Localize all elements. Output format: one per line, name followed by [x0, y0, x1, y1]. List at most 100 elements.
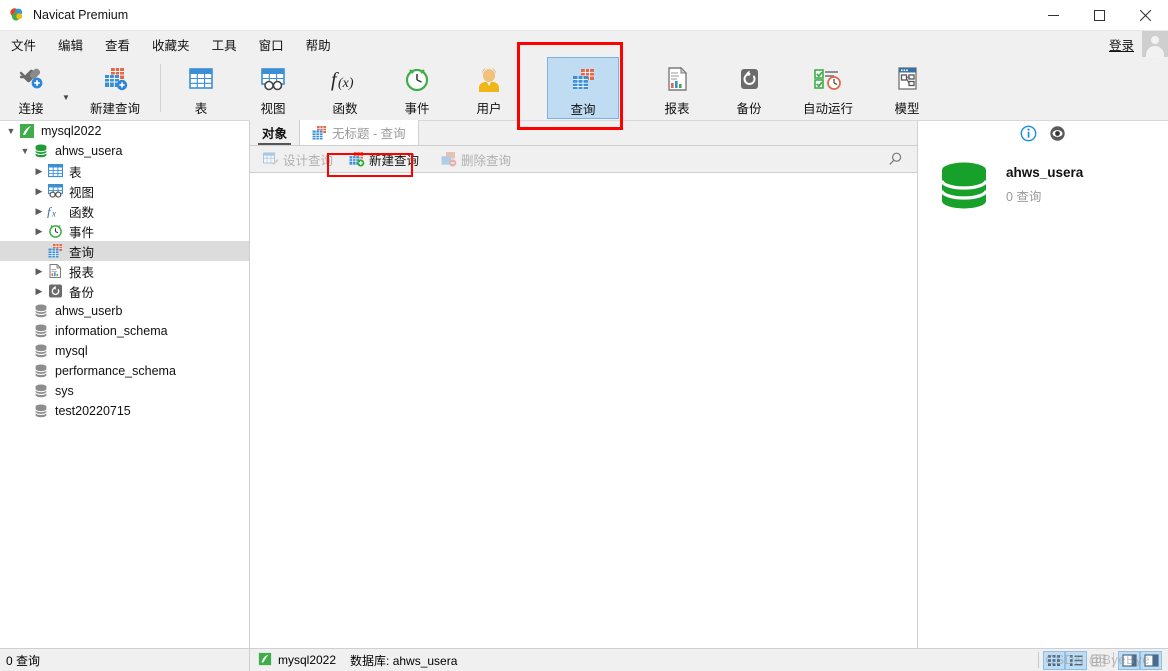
toolbar-label-table: 表: [194, 102, 208, 116]
tab-untitled-query[interactable]: 无标题 - 查询: [299, 120, 419, 145]
toolbar-item-report[interactable]: 报表: [641, 57, 713, 119]
login-link[interactable]: 登录: [1109, 35, 1134, 54]
design-query-icon: [263, 152, 279, 167]
sidebar-item-sys[interactable]: sys: [0, 381, 249, 401]
query-object-list[interactable]: [250, 173, 917, 648]
title-bar: Navicat Premium: [0, 0, 1168, 31]
chevron-down-icon[interactable]: ▼: [4, 126, 18, 136]
event-clock-icon: [46, 223, 64, 239]
avatar-head: [1151, 36, 1159, 44]
menu-file[interactable]: 文件: [0, 32, 47, 57]
tab-untitled-query-label: 无标题 - 查询: [332, 127, 406, 141]
sidebar-item-mysql2022[interactable]: ▼ mysql2022: [0, 121, 249, 141]
new-query-button[interactable]: 新建查询: [342, 148, 426, 171]
sidebar-item-backups[interactable]: ▶ 备份: [0, 281, 249, 301]
info-pane-header: [918, 121, 1168, 149]
toolbar-item-query[interactable]: 查询: [547, 57, 619, 119]
menu-window[interactable]: 窗口: [248, 32, 295, 57]
search-icon[interactable]: [887, 151, 903, 170]
table-icon: [46, 163, 64, 179]
sidebar-item-test20220715[interactable]: test20220715: [0, 401, 249, 421]
sidebar-label-events: 事件: [69, 225, 95, 240]
sidebar-item-ahws-usera[interactable]: ▼ ahws_usera: [0, 141, 249, 161]
toolbar-item-model[interactable]: 模型: [871, 57, 943, 119]
sidebar-item-reports[interactable]: ▶ 报表: [0, 261, 249, 281]
design-query-label: 设计查询: [283, 153, 334, 168]
toolbar-item-table[interactable]: 表: [165, 57, 237, 119]
tab-objects-label: 对象: [262, 127, 288, 141]
chevron-right-icon[interactable]: ▶: [32, 266, 46, 277]
menu-edit[interactable]: 编辑: [47, 32, 94, 57]
info-pane: ahws_usera 0 查询: [917, 121, 1168, 648]
toolbar-item-new-query[interactable]: 新建查询: [74, 57, 156, 119]
sidebar-item-mysql[interactable]: mysql: [0, 341, 249, 361]
database-icon: [32, 403, 50, 419]
sidebar-item-views[interactable]: ▶ 视图: [0, 181, 249, 201]
sidebar-item-queries[interactable]: 查询: [0, 241, 249, 261]
avatar[interactable]: [1142, 31, 1168, 57]
sidebar-item-ahws-userb[interactable]: ahws_userb: [0, 301, 249, 321]
preview-pane-button[interactable]: [1140, 650, 1162, 670]
sidebar-item-events[interactable]: ▶ 事件: [0, 221, 249, 241]
toolbar-item-view[interactable]: 视图: [237, 57, 309, 119]
detail-view-button[interactable]: [1087, 651, 1109, 670]
navicat-window: Navicat Premium 文件 编辑 查看 收藏夹 工具 窗口 帮助 登录: [0, 0, 1168, 671]
list-view-button[interactable]: [1065, 650, 1087, 670]
grid-view-button[interactable]: [1043, 650, 1065, 670]
backup-icon: [734, 63, 764, 95]
menu-tools[interactable]: 工具: [201, 32, 248, 57]
delete-query-button[interactable]: 删除查询: [434, 148, 518, 171]
status-connection-info: mysql2022 数据库: ahws_usera: [250, 649, 1034, 671]
minimize-button[interactable]: [1030, 0, 1076, 31]
toolbar-item-event[interactable]: 事件: [381, 57, 453, 119]
status-query-count: 0 查询: [0, 648, 250, 671]
toolbar-item-backup[interactable]: 备份: [713, 57, 785, 119]
sidebar-label-ahws-userb: ahws_userb: [55, 304, 123, 318]
design-query-button[interactable]: 设计查询: [256, 148, 340, 171]
status-separator-2: [1113, 652, 1114, 668]
tab-objects[interactable]: 对象: [250, 120, 300, 145]
status-database-name: 数据库: ahws_usera: [350, 653, 458, 668]
chevron-right-icon[interactable]: ▶: [32, 186, 46, 197]
toolbar-label-connection: 连接: [18, 102, 44, 116]
menu-view[interactable]: 查看: [94, 32, 141, 57]
automation-icon: [811, 63, 845, 95]
info-pane-button[interactable]: [1118, 650, 1140, 670]
toolbar-item-function[interactable]: f (x) 函数: [309, 57, 381, 119]
chevron-down-icon[interactable]: ▼: [18, 146, 32, 156]
sidebar-label-mysql2022: mysql2022: [41, 124, 102, 138]
chevron-right-icon[interactable]: ▶: [32, 206, 46, 217]
status-separator: [1038, 652, 1039, 668]
toolbar-item-user[interactable]: 用户: [453, 57, 525, 119]
navigation-pane[interactable]: ▼ mysql2022 ▼ ahws_usera ▶ 表 ▶ 视图 ▶ f x …: [0, 121, 250, 648]
maximize-button[interactable]: [1076, 0, 1122, 31]
sidebar-item-information-schema[interactable]: information_schema: [0, 321, 249, 341]
backup-icon: [46, 283, 64, 299]
svg-text:x: x: [51, 209, 56, 219]
toolbar-item-automation[interactable]: 自动运行: [785, 57, 871, 119]
sidebar-item-performance-schema[interactable]: performance_schema: [0, 361, 249, 381]
status-bar: 0 查询 mysql2022 数据库: ahws_usera: [0, 648, 1168, 671]
query-icon: [312, 125, 327, 140]
toolbar-label-user: 用户: [476, 102, 502, 116]
menu-favorites[interactable]: 收藏夹: [141, 32, 201, 57]
chevron-right-icon[interactable]: ▶: [32, 226, 46, 237]
sidebar-item-functions[interactable]: ▶ fx 函数: [0, 201, 249, 221]
preview-eye-icon[interactable]: [1049, 125, 1066, 145]
new-query-icon: [349, 151, 365, 167]
report-icon: [46, 263, 64, 279]
toolbar-separator-1: [160, 64, 161, 112]
toolbar-item-connection[interactable]: 连接: [0, 57, 62, 119]
new-query-icon: [100, 63, 130, 95]
sidebar-label-backups: 备份: [69, 285, 95, 300]
close-button[interactable]: [1122, 0, 1168, 31]
chevron-right-icon[interactable]: ▶: [32, 166, 46, 177]
chevron-right-icon[interactable]: ▶: [32, 286, 46, 297]
connection-dropdown-caret-icon[interactable]: ▼: [62, 93, 74, 102]
sidebar-label-tables: 表: [69, 165, 82, 180]
menu-help[interactable]: 帮助: [295, 32, 342, 57]
sidebar-label-views: 视图: [69, 185, 95, 200]
svg-text:(x): (x): [338, 76, 354, 91]
sidebar-item-tables[interactable]: ▶ 表: [0, 161, 249, 181]
info-icon[interactable]: [1020, 125, 1037, 145]
